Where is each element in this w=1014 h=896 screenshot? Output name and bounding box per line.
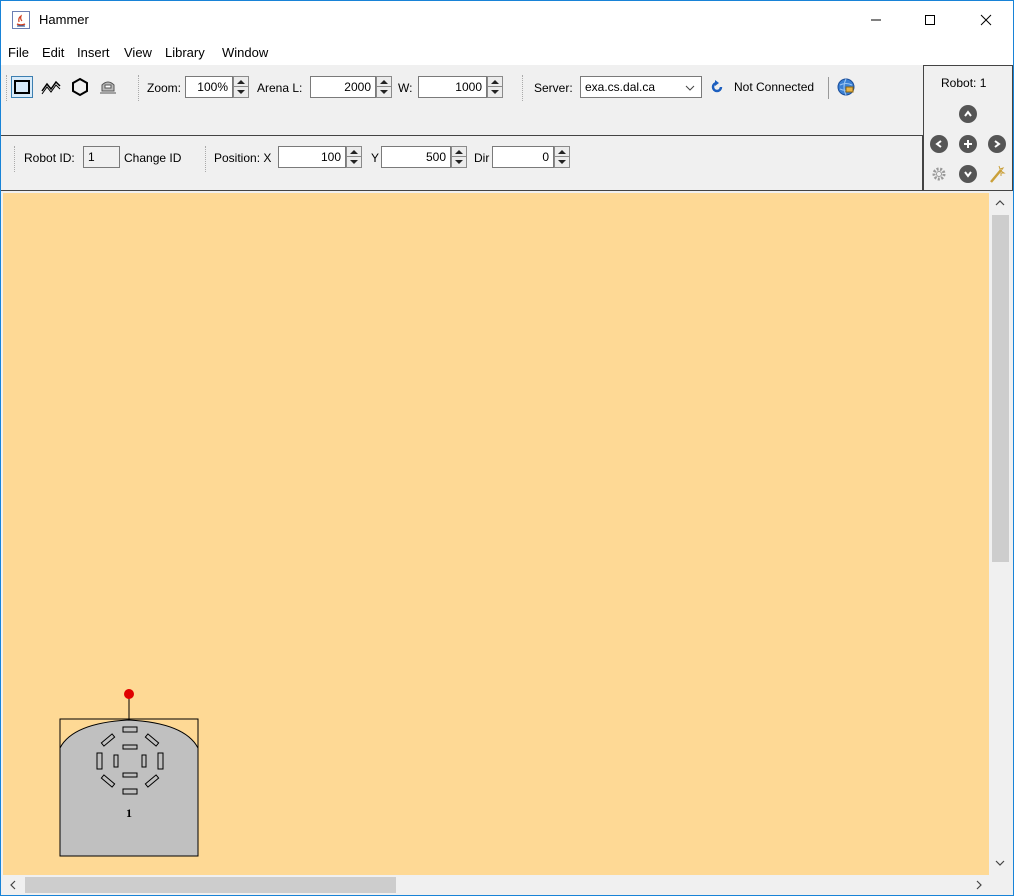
title-bar: Hammer xyxy=(1,1,1013,39)
menu-file[interactable]: File xyxy=(8,45,29,60)
robot[interactable]: 1 xyxy=(59,689,199,857)
maximize-icon xyxy=(925,15,935,25)
nav-right-icon xyxy=(994,140,1001,148)
polygon-tool[interactable] xyxy=(69,76,91,98)
vertical-scrollbar[interactable] xyxy=(989,193,1011,875)
nav-down-button[interactable] xyxy=(959,165,977,183)
horizontal-scrollbar[interactable] xyxy=(3,875,989,895)
position-y-label: Y xyxy=(371,151,380,165)
menu-insert[interactable]: Insert xyxy=(77,45,110,60)
change-id-button[interactable]: Change ID xyxy=(124,151,181,165)
nav-right-button[interactable] xyxy=(988,135,1006,153)
select-rect-icon xyxy=(14,80,30,94)
maximize-button[interactable] xyxy=(901,1,959,39)
robot-nav-panel: Robot: 1 xyxy=(923,65,1013,191)
separator xyxy=(138,75,139,101)
position-x-spinner[interactable] xyxy=(346,146,362,168)
position-x-label: Position: X xyxy=(214,151,272,165)
scroll-down-icon[interactable] xyxy=(995,859,1005,867)
minimize-button[interactable] xyxy=(847,1,905,39)
robot-id-text: 1 xyxy=(126,806,132,820)
robot-toolbar: Robot ID: 1 Change ID Position: X 100 Y … xyxy=(1,135,923,191)
select-rect-tool[interactable] xyxy=(11,76,33,98)
nav-left-button[interactable] xyxy=(930,135,948,153)
robot-tool-icon xyxy=(100,81,116,94)
scroll-corner xyxy=(989,875,1011,895)
menu-view[interactable]: View xyxy=(124,45,152,60)
chevron-down-icon xyxy=(685,85,695,91)
connect-globe-icon xyxy=(837,78,855,96)
separator xyxy=(522,75,523,101)
zoom-field[interactable]: 100% xyxy=(185,76,233,98)
horizontal-scroll-thumb[interactable] xyxy=(25,877,396,893)
java-app-icon xyxy=(12,11,30,29)
position-y-field[interactable]: 500 xyxy=(381,146,451,168)
settings-gear-button[interactable] xyxy=(930,165,948,183)
close-button[interactable] xyxy=(957,1,1014,39)
arena-length-spinner[interactable] xyxy=(376,76,392,98)
wand-icon xyxy=(990,165,1006,183)
arena-length-field[interactable]: 2000 xyxy=(310,76,376,98)
refresh-button[interactable] xyxy=(706,76,728,98)
direction-field[interactable]: 0 xyxy=(492,146,554,168)
arena-length-label: Arena L: xyxy=(257,81,303,95)
zoom-label: Zoom: xyxy=(147,81,182,95)
menu-window[interactable]: Window xyxy=(222,45,268,60)
nav-up-button[interactable] xyxy=(959,105,977,123)
connect-button[interactable] xyxy=(835,76,857,98)
robot-id-field: 1 xyxy=(83,146,120,168)
arena-width-spinner[interactable] xyxy=(487,76,503,98)
nav-add-button[interactable] xyxy=(959,135,977,153)
separator xyxy=(205,146,206,172)
nav-up-icon xyxy=(964,110,972,117)
robot-sensor-dot xyxy=(124,689,134,699)
scroll-up-icon[interactable] xyxy=(995,199,1005,207)
position-x-field[interactable]: 100 xyxy=(278,146,346,168)
menu-edit[interactable]: Edit xyxy=(42,45,64,60)
arena-canvas[interactable]: 1 xyxy=(3,193,989,875)
zoom-spinner[interactable] xyxy=(233,76,249,98)
polyline-icon xyxy=(41,80,61,95)
robot-id-label: Robot ID: xyxy=(24,151,75,165)
server-select[interactable]: exa.cs.dal.ca xyxy=(580,76,702,98)
robot-tool[interactable] xyxy=(97,76,119,98)
app-window: Hammer File Edit Insert View Library Win… xyxy=(0,0,1014,896)
nav-add-icon xyxy=(964,140,972,148)
settings-gear-icon xyxy=(932,167,946,181)
polyline-tool[interactable] xyxy=(40,76,62,98)
nav-down-icon xyxy=(964,171,972,178)
separator xyxy=(828,77,829,99)
menu-library[interactable]: Library xyxy=(165,45,205,60)
server-label: Server: xyxy=(534,81,573,95)
window-title: Hammer xyxy=(39,12,89,27)
minimize-icon xyxy=(871,19,881,21)
arena-width-label: W: xyxy=(398,81,413,95)
position-y-spinner[interactable] xyxy=(451,146,467,168)
menu-bar xyxy=(1,39,1013,65)
scroll-left-icon[interactable] xyxy=(9,880,17,890)
toolbar-grip xyxy=(6,75,7,101)
direction-spinner[interactable] xyxy=(554,146,570,168)
close-icon xyxy=(980,14,992,26)
vertical-scroll-thumb[interactable] xyxy=(992,215,1009,562)
arena-svg: 1 xyxy=(59,689,199,857)
scroll-right-icon[interactable] xyxy=(975,880,983,890)
toolbar-grip xyxy=(14,146,15,172)
robot-body xyxy=(59,719,199,857)
direction-label: Dir xyxy=(474,151,490,165)
arena-width-field[interactable]: 1000 xyxy=(418,76,487,98)
robot-panel-title: Robot: 1 xyxy=(941,76,987,90)
nav-left-icon xyxy=(935,140,942,148)
connection-status: Not Connected xyxy=(734,80,815,94)
server-value: exa.cs.dal.ca xyxy=(585,80,656,94)
polygon-icon xyxy=(72,77,88,97)
main-toolbar: Zoom: 100% Arena L: 2000 W: 1000 Server:… xyxy=(1,65,923,135)
refresh-icon xyxy=(711,80,723,93)
wand-button[interactable] xyxy=(987,164,1007,184)
